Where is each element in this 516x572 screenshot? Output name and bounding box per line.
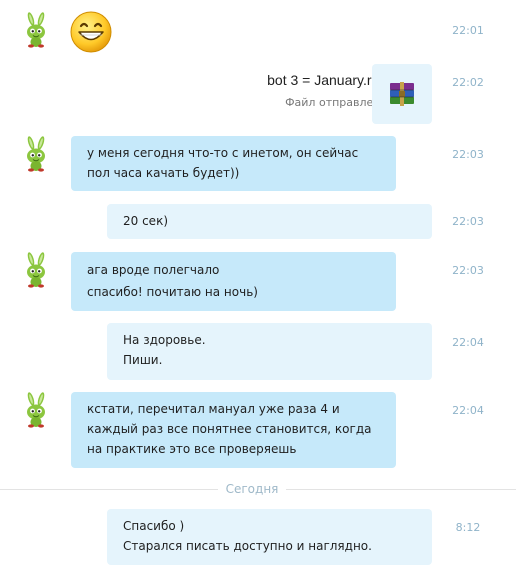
- message-timestamp: 22:04: [452, 336, 484, 349]
- avatar-icon: [22, 136, 50, 172]
- message-bubble: На здоровье. Пиши.: [107, 323, 432, 380]
- message-timestamp: 22:01: [452, 24, 484, 37]
- message-timestamp: 22:03: [452, 264, 484, 277]
- message-text: Старался писать доступно и наглядно.: [123, 539, 372, 553]
- message-bubble: ага вроде полегчало спасибо! почитаю на …: [71, 252, 396, 311]
- message-text: у меня сегодня что-то с инетом, он сейча…: [87, 146, 359, 160]
- message-bubble: Спасибо ) Старался писать доступно и наг…: [107, 509, 432, 565]
- message-bubble: 20 сек): [107, 204, 432, 239]
- winrar-archive-icon: [390, 82, 414, 106]
- message-bubble: кстати, перечитал мануал уже раза 4 и ка…: [71, 392, 396, 468]
- message-text: 20 сек): [123, 214, 168, 228]
- message-text: кстати, перечитал мануал уже раза 4 и: [87, 402, 340, 416]
- message-text: На здоровье.: [123, 333, 206, 347]
- message-timestamp: 22:02: [452, 76, 484, 89]
- avatar-icon: [22, 252, 50, 288]
- file-status-text: Файл отправлен.: [285, 96, 384, 109]
- message-timestamp: 22:03: [452, 215, 484, 228]
- avatar-icon: [22, 12, 50, 48]
- date-divider-line: [0, 489, 218, 490]
- message-text: спасибо! почитаю на ночь): [87, 285, 258, 299]
- grinning-face-emoji-icon: [70, 11, 112, 53]
- message-text: каждый раз все понятнее становится, когд…: [87, 422, 372, 436]
- message-bubble: у меня сегодня что-то с инетом, он сейча…: [71, 136, 396, 191]
- message-timestamp: 8:12: [455, 521, 481, 534]
- date-divider-line: [286, 489, 516, 490]
- message-timestamp: 22:04: [452, 404, 484, 417]
- message-text: Пиши.: [123, 353, 163, 367]
- message-timestamp: 22:03: [452, 148, 484, 161]
- message-text: на практике это все проверяешь: [87, 442, 297, 456]
- message-text: пол часа качать будет)): [87, 166, 240, 180]
- date-divider-label: Сегодня: [225, 482, 279, 496]
- message-text: Спасибо ): [123, 519, 185, 533]
- file-name-link[interactable]: bot 3 = January.rar: [267, 72, 384, 88]
- file-attachment[interactable]: [372, 64, 432, 124]
- message-text: ага вроде полегчало: [87, 263, 220, 277]
- avatar-icon: [22, 392, 50, 428]
